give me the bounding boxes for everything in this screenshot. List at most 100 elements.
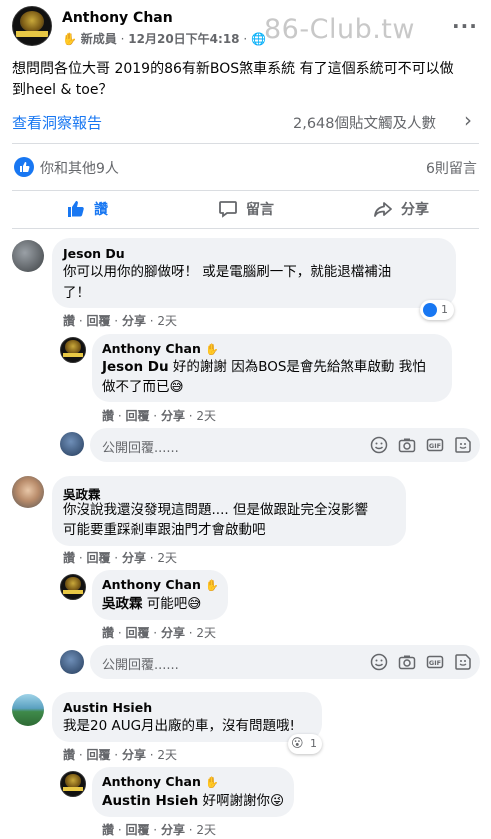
current-user-avatar[interactable]	[60, 650, 84, 674]
reply-text-line-1: Austin Hsieh 好啊謝謝你😜	[102, 792, 284, 811]
post-author-name[interactable]: Anthony Chan	[62, 10, 173, 26]
comment-share-link[interactable]: 分享	[122, 748, 146, 762]
comment-actions: 讚 · 回覆 · 分享 · 2天	[63, 314, 178, 328]
mention-link[interactable]: Jeson Du	[102, 359, 169, 375]
svg-text:GIF: GIF	[429, 442, 441, 450]
reply-share-link[interactable]: 分享	[161, 626, 185, 640]
wave-icon: ✋	[205, 343, 219, 356]
reply-time[interactable]: 2天	[196, 409, 216, 423]
current-user-avatar[interactable]	[60, 432, 84, 456]
share-label: 分享	[401, 202, 429, 218]
comment-like-link[interactable]: 讚	[63, 748, 75, 762]
emoji-icon[interactable]	[370, 436, 388, 454]
more-options-icon[interactable]: ···	[452, 14, 478, 38]
comment-time[interactable]: 2天	[157, 314, 177, 328]
reply-text: 好的謝謝 因為BOS是會先給煞車啟動 我怕	[168, 359, 426, 375]
reply-author-name[interactable]: Anthony Chan ✋	[102, 577, 219, 592]
reply-author-name[interactable]: Anthony Chan ✋	[102, 774, 219, 789]
comment-text-line-1: 你可以用你的腳做呀！ 或是電腦刷一下，就能退檔補油	[63, 264, 392, 280]
wave-icon: ✋	[205, 579, 219, 592]
like-button[interactable]: 讚	[66, 196, 108, 222]
reply-share-link[interactable]: 分享	[161, 409, 185, 423]
reply-time[interactable]: 2天	[196, 823, 216, 837]
post-timestamp[interactable]: 12月20日下午4:18	[128, 32, 239, 46]
insights-stats[interactable]: 2,648個貼文觸及人數	[293, 112, 436, 133]
insights-link[interactable]: 查看洞察報告	[12, 112, 102, 133]
commenter-avatar[interactable]	[12, 476, 44, 508]
post-text-line-2: 到heel & toe？	[12, 82, 113, 98]
reply-placeholder: 公開回覆......	[102, 441, 179, 456]
gif-icon[interactable]: GIF	[426, 436, 444, 454]
divider	[12, 228, 479, 229]
thumbs-up-icon	[68, 201, 84, 217]
comment-time[interactable]: 2天	[157, 748, 177, 762]
commenter-name[interactable]: Jeson Du	[63, 246, 125, 261]
share-icon	[374, 202, 392, 217]
member-badge[interactable]: 新成員	[81, 32, 117, 46]
divider	[12, 143, 479, 144]
reply-like-link[interactable]: 讚	[102, 409, 114, 423]
reply-like-link[interactable]: 讚	[102, 823, 114, 837]
comment-text-line-2: 可能要重踩剎車跟油門才會啟動吧	[63, 522, 266, 538]
reply-text: 好啊謝謝你😜	[198, 793, 285, 809]
comment-actions: 讚 · 回覆 · 分享 · 2天	[63, 748, 178, 762]
sticker-icon[interactable]	[454, 436, 472, 454]
comment-actions: 讚 · 回覆 · 分享 · 2天	[63, 551, 178, 565]
reply-author-avatar[interactable]	[60, 337, 86, 363]
reply-input[interactable]: 公開回覆...... GIF	[90, 645, 480, 679]
commenter-avatar[interactable]	[12, 240, 44, 272]
commenter-avatar[interactable]	[12, 694, 44, 726]
reply-input[interactable]: 公開回覆...... GIF	[90, 428, 480, 462]
comment-button[interactable]: 留言	[218, 196, 274, 222]
reply-text-line-1: 吳政霖 可能吧😅	[102, 595, 201, 614]
reply-text-line-1: Jeson Du 好的謝謝 因為BOS是會先給煞車啟動 我怕	[102, 358, 426, 377]
mention-link[interactable]: 吳政霖	[102, 596, 143, 612]
wave-icon: ✋	[62, 32, 77, 46]
reply-reply-link[interactable]: 回覆	[125, 626, 149, 640]
meta-separator: ·	[243, 32, 248, 46]
comment-reply-link[interactable]: 回覆	[86, 314, 110, 328]
comment-text-line-2: 了！	[63, 285, 90, 301]
comment-like-link[interactable]: 讚	[63, 551, 75, 565]
camera-icon[interactable]	[398, 436, 416, 454]
comment-share-link[interactable]: 分享	[122, 551, 146, 565]
mention-link[interactable]: Austin Hsieh	[102, 793, 198, 809]
reply-author-avatar[interactable]	[60, 574, 86, 600]
emoji-icon[interactable]	[370, 653, 388, 671]
sticker-icon[interactable]	[454, 653, 472, 671]
comment-like-link[interactable]: 讚	[63, 314, 75, 328]
reply-share-link[interactable]: 分享	[161, 823, 185, 837]
like-reaction-icon	[14, 157, 34, 177]
reply-like-link[interactable]: 讚	[102, 626, 114, 640]
comment-reaction[interactable]: 😮 1	[288, 734, 322, 754]
watermark: 86-Club.tw	[264, 14, 415, 45]
camera-icon[interactable]	[398, 653, 416, 671]
comment-share-link[interactable]: 分享	[122, 314, 146, 328]
reply-author-avatar[interactable]	[60, 771, 86, 797]
wave-icon: ✋	[205, 776, 219, 789]
comment-reaction[interactable]: 1	[420, 300, 454, 320]
reply-placeholder: 公開回覆......	[102, 658, 179, 673]
comment-reply-link[interactable]: 回覆	[86, 551, 110, 565]
reply-reply-link[interactable]: 回覆	[125, 823, 149, 837]
reactions-summary[interactable]: 你和其他9人	[40, 158, 119, 178]
chevron-right-icon[interactable]: ›	[464, 108, 472, 132]
comment-reply-link[interactable]: 回覆	[86, 748, 110, 762]
reply-author-name[interactable]: Anthony Chan ✋	[102, 341, 219, 356]
post-author-avatar[interactable]	[12, 6, 52, 46]
gif-icon[interactable]: GIF	[426, 653, 444, 671]
comments-count[interactable]: 6則留言	[426, 158, 477, 178]
divider	[12, 190, 479, 191]
reply-reply-link[interactable]: 回覆	[125, 409, 149, 423]
reply-text-line-2: 做不了而已😅	[102, 379, 184, 395]
commenter-name[interactable]: Austin Hsieh	[63, 700, 152, 715]
reply-time[interactable]: 2天	[196, 626, 216, 640]
reaction-count: 1	[441, 303, 448, 316]
meta-separator: ·	[120, 32, 125, 46]
comment-time[interactable]: 2天	[157, 551, 177, 565]
comment-label: 留言	[246, 202, 274, 218]
reply-actions: 讚 · 回覆 · 分享 · 2天	[102, 409, 217, 423]
reply-text: 可能吧😅	[142, 596, 202, 612]
wow-reaction-icon: 😮	[291, 736, 304, 750]
share-button[interactable]: 分享	[373, 196, 429, 222]
